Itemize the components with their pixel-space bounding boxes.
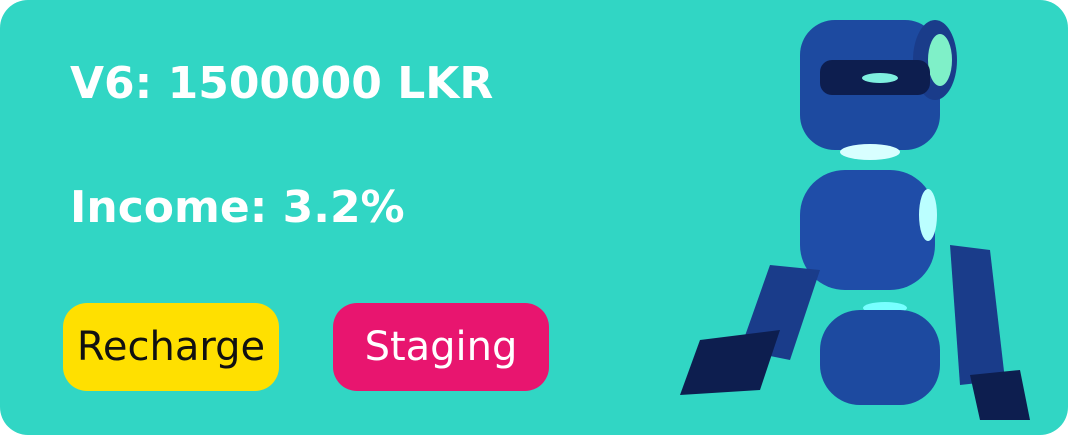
vip-level-card: V6: 1500000 LKR Income: 3.2% Recharge St…: [0, 0, 1068, 435]
income-rate: Income: 3.2%: [70, 182, 405, 233]
robot-icon: [680, 20, 1030, 420]
staging-button[interactable]: Staging: [333, 303, 549, 391]
recharge-button[interactable]: Recharge: [63, 303, 279, 391]
level-amount-title: V6: 1500000 LKR: [70, 58, 494, 109]
